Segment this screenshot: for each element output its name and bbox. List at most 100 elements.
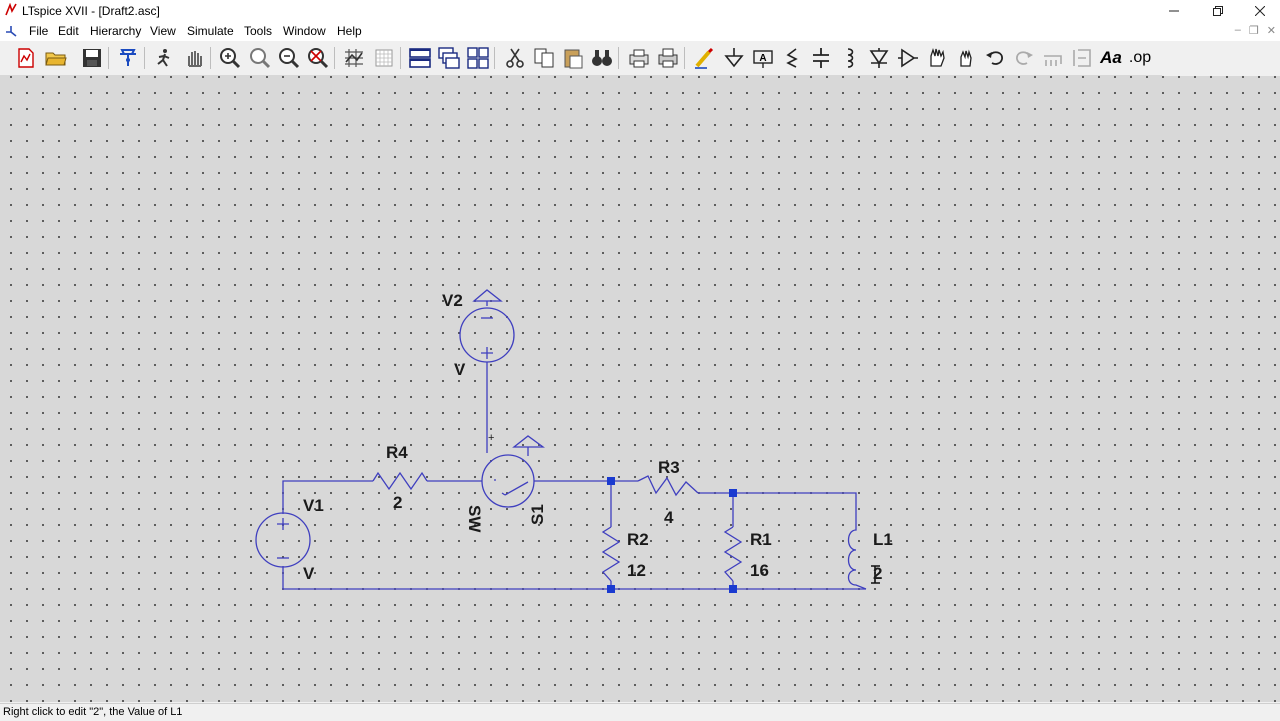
l1-value-label[interactable]: 2 [873,564,882,584]
wire-icon[interactable] [693,46,717,70]
menu-file[interactable]: File [29,24,48,38]
ltspice-app-icon [5,3,17,16]
v1-value-label[interactable]: V [303,564,314,584]
diode-icon[interactable] [867,46,891,70]
spice-directive-icon[interactable]: .op [1128,46,1152,70]
r4-value-label[interactable]: 2 [393,493,402,513]
zoom-in-icon[interactable] [218,46,242,70]
rotate-icon[interactable] [1041,46,1065,70]
document-icon[interactable] [4,24,18,38]
menu-bar: File Edit Hierarchy View Simulate Tools … [0,22,1280,41]
tile-vertical-icon[interactable] [408,46,432,70]
r4-ref-label[interactable]: R4 [386,443,408,463]
mirror-icon[interactable] [1070,46,1094,70]
copy-icon[interactable] [532,46,556,70]
move-icon[interactable] [925,46,949,70]
cascade-icon[interactable] [437,46,461,70]
menu-window[interactable]: Window [283,24,326,38]
window-title: LTspice XVII - [Draft2.asc] [22,4,160,18]
menu-edit[interactable]: Edit [58,24,79,38]
junction-3 [607,585,615,593]
status-text: Right click to edit "2", the Value of L1 [3,706,183,718]
undo-icon[interactable] [983,46,1007,70]
close-button[interactable] [1238,0,1280,22]
wire-v1-top [282,480,373,514]
v2-value-label[interactable]: V [454,360,465,380]
component-icon[interactable] [896,46,920,70]
inductor-icon[interactable] [838,46,862,70]
find-icon[interactable] [590,46,614,70]
schematic-canvas[interactable]: V2 V V1 V R4 2 R3 4 R2 12 R1 16 L1 2 S1 … [0,76,1280,702]
r4-body [372,471,428,491]
child-minimize-icon[interactable]: – [1235,24,1241,37]
s1-ref-label[interactable]: S1 [528,504,548,525]
menu-hierarchy[interactable]: Hierarchy [90,24,141,38]
text-icon[interactable]: Aa [1099,46,1123,70]
s1-ground [512,435,545,456]
zoom-out-icon[interactable] [277,46,301,70]
s1-switch-body [481,454,535,508]
ground-icon[interactable] [722,46,746,70]
svg-text:A: A [759,53,766,64]
restore-icon [1213,6,1223,16]
run-icon[interactable] [152,46,176,70]
child-restore-icon[interactable]: ❐ [1249,24,1259,37]
print-icon[interactable] [656,46,680,70]
redo-icon[interactable] [1012,46,1036,70]
wire-r3-r1 [698,492,857,521]
l1-body [847,521,867,590]
r2-body [601,526,621,582]
open-icon[interactable] [44,46,68,70]
wire-bottom [282,566,866,590]
schematic-drawing [255,289,880,593]
s1-plus-label: + [488,432,495,444]
l1-ref-label[interactable]: L1 [873,530,893,550]
autorange-icon[interactable] [342,46,366,70]
v2-ref-label[interactable]: V2 [442,291,463,311]
new-schematic-icon[interactable] [14,46,38,70]
menu-view[interactable]: View [150,24,176,38]
minimize-button[interactable] [1152,0,1196,22]
menu-help[interactable]: Help [337,24,362,38]
tile-horizontal-icon[interactable] [466,46,490,70]
resistor-icon[interactable] [780,46,804,70]
close-icon [1255,6,1265,16]
zoom-pan-icon[interactable] [248,46,272,70]
r2-ref-label[interactable]: R2 [627,530,649,550]
cut-icon[interactable] [503,46,527,70]
status-bar: Right click to edit "2", the Value of L1 [0,703,1280,721]
paste-icon[interactable] [561,46,585,70]
print-setup-icon[interactable] [627,46,651,70]
r1-value-label[interactable]: 16 [750,561,769,581]
r3-value-label[interactable]: 4 [664,508,673,528]
menu-simulate[interactable]: Simulate [187,24,234,38]
toolbar: A Aa .op [0,41,1162,76]
minimize-icon [1169,10,1179,12]
drag-icon[interactable] [954,46,978,70]
r1-ref-label[interactable]: R1 [750,530,772,550]
s1-model-label[interactable]: SW [464,505,484,532]
restore-button[interactable] [1196,0,1240,22]
label-net-icon[interactable]: A [751,46,775,70]
title-bar: LTspice XVII - [Draft2.asc] [0,0,1280,22]
v2-plus [481,347,493,359]
child-window-controls: – ❐ ✕ [1235,24,1276,37]
v1-ref-label[interactable]: V1 [303,496,324,516]
r3-body [637,475,699,497]
halt-icon[interactable] [182,46,206,70]
r2-value-label[interactable]: 12 [627,561,646,581]
r3-ref-label[interactable]: R3 [658,458,680,478]
menu-tools[interactable]: Tools [244,24,272,38]
zoom-fit-icon[interactable] [306,46,330,70]
junction-2 [729,489,737,497]
child-close-icon[interactable]: ✕ [1267,24,1276,37]
v1-plus [277,518,289,530]
control-panel-icon[interactable] [116,46,140,70]
s1-contact [494,479,529,496]
capacitor-icon[interactable] [809,46,833,70]
junction-1 [607,477,615,485]
junction-4 [729,585,737,593]
save-icon[interactable] [80,46,104,70]
v2-ground [472,289,503,306]
grid-icon[interactable] [372,46,396,70]
